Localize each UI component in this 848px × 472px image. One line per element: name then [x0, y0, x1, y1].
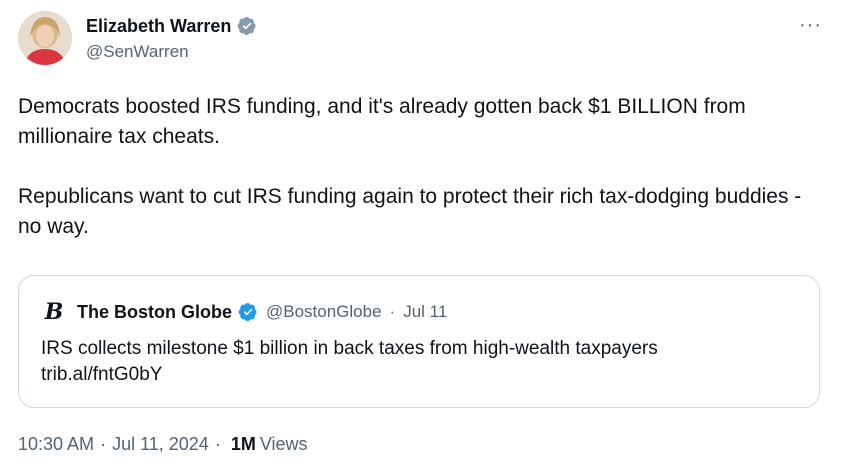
author-handle[interactable]: @SenWarren [86, 42, 257, 62]
quoted-display-name[interactable]: The Boston Globe [77, 302, 232, 323]
quoted-link[interactable]: trib.al/fntG0bY [41, 362, 811, 388]
separator-dot: · [214, 434, 221, 454]
verified-badge-icon[interactable] [238, 302, 258, 322]
quoted-tweet-header: B The Boston Globe @BostonGlobe · Jul 11 [41, 299, 448, 325]
verified-badge-icon[interactable] [237, 16, 257, 36]
quoted-tweet-card[interactable]: B The Boston Globe @BostonGlobe · Jul 11… [18, 275, 820, 408]
quoted-date[interactable]: Jul 11 [403, 302, 447, 322]
more-options-icon[interactable]: ··· [799, 15, 822, 35]
quoted-handle[interactable]: @BostonGlobe [266, 302, 382, 322]
avatar[interactable] [18, 11, 72, 65]
tweet-footer: 10:30 AM · Jul 11, 2024 · 1M Views [18, 434, 308, 455]
tweet-time[interactable]: 10:30 AM [18, 434, 94, 455]
author-display-name[interactable]: Elizabeth Warren [86, 16, 231, 37]
separator-dot: · [100, 434, 107, 454]
boston-globe-logo-icon: B [44, 299, 64, 325]
views-label: Views [259, 434, 308, 454]
quoted-text-line: IRS collects milestone $1 billion in bac… [41, 338, 658, 359]
views-count: 1M [230, 434, 256, 454]
author-block: Elizabeth Warren @SenWarren [86, 14, 257, 62]
separator-dot: · [389, 302, 396, 321]
quoted-tweet-text: IRS collects milestone $1 billion in bac… [41, 336, 811, 388]
tweet-date[interactable]: Jul 11, 2024 [112, 434, 209, 455]
tweet-paragraph-1: Democrats boosted IRS funding, and it's … [18, 95, 746, 148]
tweet-text: Democrats boosted IRS funding, and it's … [18, 92, 828, 242]
tweet-paragraph-2: Republicans want to cut IRS funding agai… [18, 185, 802, 238]
